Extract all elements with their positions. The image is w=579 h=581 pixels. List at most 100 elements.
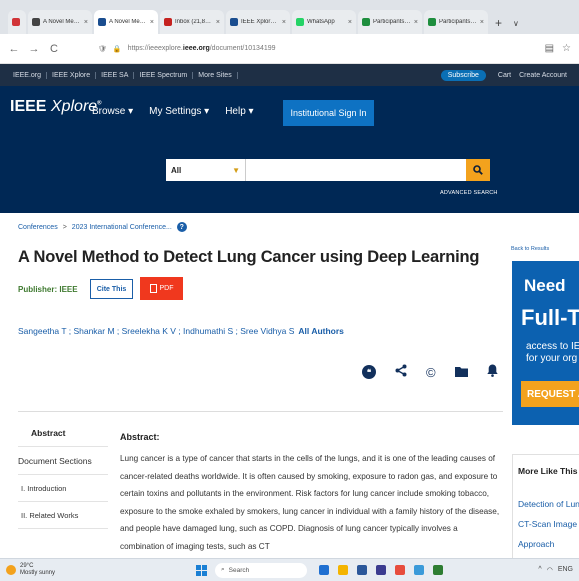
reader-view-icon[interactable]: ▤ bbox=[545, 43, 554, 54]
article-title: A Novel Method to Detect Lung Cancer usi… bbox=[18, 248, 480, 266]
pdf-file-icon bbox=[149, 284, 157, 293]
help-menu[interactable]: Help ▾ bbox=[225, 106, 253, 117]
browser-tab[interactable] bbox=[8, 10, 26, 34]
tab-close-icon[interactable]: × bbox=[414, 19, 418, 26]
create-account-link[interactable]: Create Account bbox=[515, 72, 571, 79]
tab-close-icon[interactable]: × bbox=[216, 19, 220, 26]
caret-down-icon: ▼ bbox=[232, 165, 240, 175]
lock-icon: 🔒 bbox=[112, 45, 122, 53]
tab-title: Participants of Netcr bbox=[439, 19, 477, 25]
tab-favicon-icon bbox=[428, 18, 436, 26]
url-text: https://ieeexplore.ieee.org/document/101… bbox=[127, 45, 276, 52]
tab-list-chevron-icon[interactable]: ∨ bbox=[509, 19, 523, 34]
wifi-icon[interactable]: ◠ bbox=[547, 566, 553, 574]
ieee-sa-link[interactable]: IEEE SA bbox=[96, 71, 135, 79]
system-tray: ^ ◠ ENG bbox=[538, 566, 573, 574]
abstract-text: Lung cancer is a type of cancer that sta… bbox=[120, 454, 500, 551]
abstract-heading: Abstract: bbox=[120, 432, 160, 442]
forward-arrow-icon[interactable]: → bbox=[28, 43, 40, 55]
tab-title: WhatsApp bbox=[307, 19, 335, 25]
tray-overflow-icon[interactable]: ^ bbox=[538, 566, 541, 574]
subscribe-button[interactable]: Subscribe bbox=[440, 69, 486, 81]
new-tab-button[interactable]: + bbox=[490, 16, 507, 34]
tab-favicon-icon bbox=[230, 18, 238, 26]
more-like-this-link[interactable]: Detection of Lung bbox=[518, 499, 579, 509]
browser-tab[interactable]: IEEE Xplore - Contac× bbox=[226, 10, 290, 34]
search-scope-dropdown[interactable]: All ▼ bbox=[166, 159, 246, 181]
edge-app-icon[interactable] bbox=[414, 565, 424, 575]
weather-text: 29°C Mostly sunny bbox=[20, 563, 56, 576]
browser-tab[interactable]: Participants of Netcr× bbox=[424, 10, 488, 34]
browser-tab[interactable]: A Novel Method to D× bbox=[28, 10, 92, 34]
folder-icon[interactable] bbox=[454, 365, 468, 380]
tab-title: A Novel Method to D bbox=[109, 19, 147, 25]
copyright-icon[interactable]: © bbox=[426, 365, 436, 380]
ieee-utility-bar: IEEE.org IEEE Xplore IEEE SA IEEE Spectr… bbox=[0, 64, 579, 86]
cart-link[interactable]: Cart bbox=[494, 72, 515, 79]
pdf-button[interactable]: PDF bbox=[140, 277, 183, 300]
breadcrumb-conferences[interactable]: Conferences bbox=[18, 224, 58, 231]
file-explorer-icon[interactable] bbox=[338, 565, 348, 575]
nav-abstract[interactable]: Abstract bbox=[18, 428, 108, 447]
citation-icon[interactable]: ❝ bbox=[362, 365, 376, 379]
weather-widget[interactable]: 29°C Mostly sunny bbox=[6, 563, 196, 577]
language-indicator[interactable]: ENG bbox=[558, 566, 573, 574]
tab-title: Participants of Netcr bbox=[373, 19, 411, 25]
breadcrumb-conference-name[interactable]: 2023 International Conference... bbox=[72, 224, 172, 231]
excel-app-icon[interactable] bbox=[433, 565, 443, 575]
browser-tab[interactable]: A Novel Method to D× bbox=[94, 10, 158, 34]
share-icon[interactable] bbox=[395, 364, 407, 380]
bookmark-star-icon[interactable]: ☆ bbox=[562, 43, 571, 54]
taskbar-search[interactable]: ⌕ Search bbox=[215, 562, 307, 578]
more-like-this-link[interactable]: CT-Scan Image - D bbox=[518, 519, 579, 529]
search-button[interactable] bbox=[466, 159, 490, 181]
browser-app-icon[interactable] bbox=[319, 565, 329, 575]
cite-this-button[interactable]: Cite This bbox=[90, 279, 133, 299]
browser-tab[interactable]: Inbox (21,804) - tsan× bbox=[160, 10, 224, 34]
help-icon[interactable]: ? bbox=[176, 222, 187, 232]
back-to-results-link[interactable]: Back to Results bbox=[511, 246, 549, 252]
back-arrow-icon[interactable]: ← bbox=[8, 43, 20, 55]
more-like-this-link[interactable]: Approach bbox=[518, 539, 554, 549]
tab-close-icon[interactable]: × bbox=[480, 19, 484, 26]
word-app-icon[interactable] bbox=[357, 565, 367, 575]
reload-icon[interactable]: C bbox=[48, 43, 60, 55]
tab-close-icon[interactable]: × bbox=[150, 19, 154, 26]
url-field[interactable]: 🛡 🔒 https://ieeexplore.ieee.org/document… bbox=[68, 39, 537, 59]
office-app-icon[interactable] bbox=[395, 565, 405, 575]
ieee-header: IEEE Xplore® Browse ▾ My Settings ▾ Help… bbox=[0, 86, 579, 213]
institutional-sign-in-button[interactable]: Institutional Sign In bbox=[283, 100, 374, 126]
ad-need-text: Need bbox=[524, 276, 566, 295]
breadcrumb: Conferences > 2023 International Confere… bbox=[18, 222, 187, 232]
full-text-access-ad[interactable]: Need Full-Te access to IEfor your org RE… bbox=[512, 261, 579, 425]
tab-close-icon[interactable]: × bbox=[84, 19, 88, 26]
my-settings-menu[interactable]: My Settings ▾ bbox=[149, 106, 209, 117]
browse-menu[interactable]: Browse ▾ bbox=[92, 106, 133, 117]
ieee-org-link[interactable]: IEEE.org bbox=[8, 71, 48, 79]
taskbar-apps bbox=[319, 565, 443, 575]
ieee-xplore-logo[interactable]: IEEE Xplore® bbox=[10, 98, 102, 116]
ad-full-text-heading: Full-Te bbox=[521, 305, 579, 330]
tab-favicon-icon bbox=[164, 18, 172, 26]
browser-tab[interactable]: WhatsApp × bbox=[292, 10, 356, 34]
all-authors-link[interactable]: All Authors bbox=[298, 326, 344, 336]
browser-tab[interactable]: Participants of Netcr× bbox=[358, 10, 422, 34]
windows-start-icon[interactable] bbox=[196, 564, 207, 576]
tab-close-icon[interactable]: × bbox=[282, 19, 286, 26]
ieee-spectrum-link[interactable]: IEEE Spectrum bbox=[134, 71, 194, 79]
nav-document-sections: Document Sections bbox=[18, 456, 108, 475]
authors-text[interactable]: Sangeetha T ; Shankar M ; Sreelekha K V … bbox=[18, 326, 294, 336]
nav-introduction[interactable]: I. Introduction bbox=[18, 484, 108, 502]
article-actions: ❝ © bbox=[362, 364, 498, 380]
alert-bell-icon[interactable] bbox=[486, 364, 498, 380]
tab-favicon-icon bbox=[98, 18, 106, 26]
request-access-button[interactable]: REQUEST A F bbox=[521, 381, 579, 407]
tab-close-icon[interactable]: × bbox=[348, 19, 352, 26]
nav-related-works[interactable]: II. Related Works bbox=[18, 511, 108, 529]
search-input[interactable] bbox=[246, 159, 466, 181]
sun-icon bbox=[6, 565, 16, 575]
advanced-search-link[interactable]: ADVANCED SEARCH bbox=[440, 190, 498, 196]
ieee-xplore-link[interactable]: IEEE Xplore bbox=[47, 71, 97, 79]
more-sites-link[interactable]: More Sites bbox=[193, 71, 238, 79]
store-app-icon[interactable] bbox=[376, 565, 386, 575]
